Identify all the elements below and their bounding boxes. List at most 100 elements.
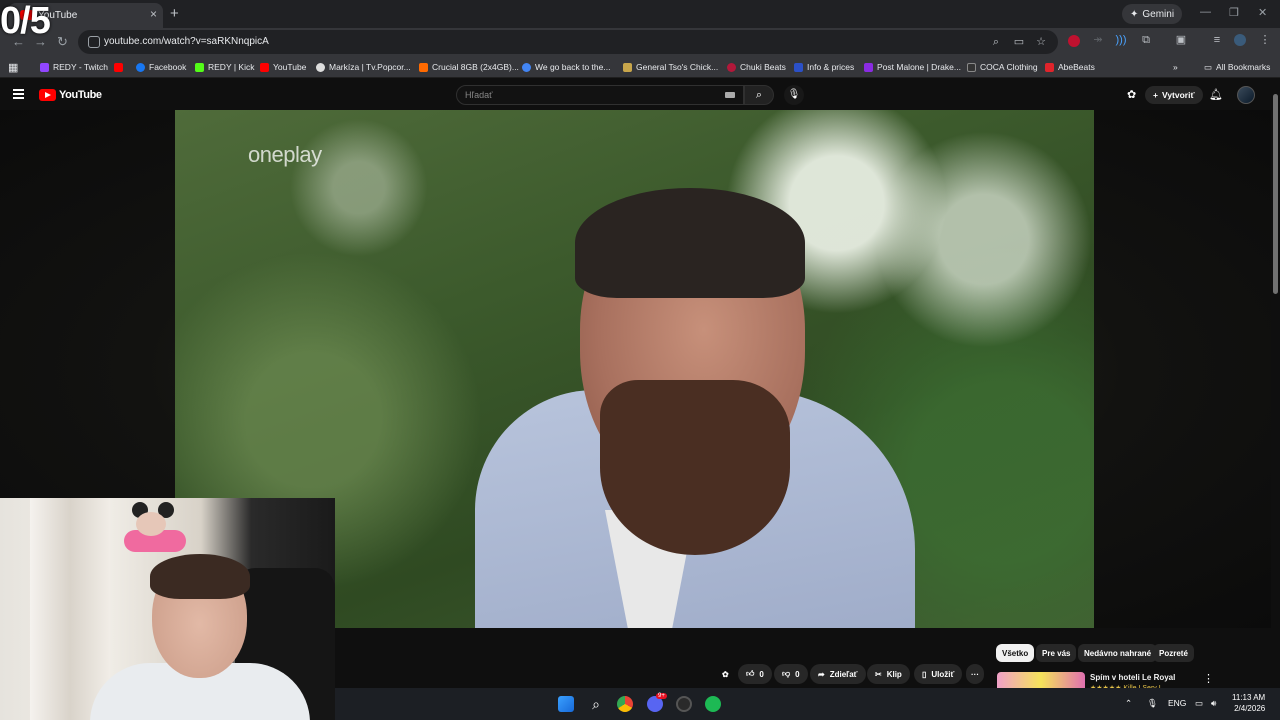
music-icon	[864, 62, 873, 72]
bookmark-item[interactable]: REDY - Twitch	[40, 60, 108, 74]
extension-wave-icon[interactable]: )))	[1115, 34, 1127, 46]
reload-icon[interactable]: ↻	[57, 34, 68, 50]
all-bookmarks[interactable]: ▭ All Bookmarks	[1204, 60, 1270, 74]
bookmark-item[interactable]: Markíza | Tv.Popcor...	[316, 60, 411, 74]
tray-volume-icon[interactable]: 🔊︎	[1211, 698, 1216, 709]
site-info-icon[interactable]	[88, 36, 100, 48]
gemini-button[interactable]: ✦ Gemini	[1122, 4, 1183, 24]
search-input[interactable]	[465, 90, 715, 100]
address-bar[interactable]: youtube.com/watch?v=saRKNnqpicA ⌕ ▭ ☆	[78, 30, 1058, 54]
share-arrow-icon: ➦	[818, 669, 825, 679]
chip-watched[interactable]: Pozreté	[1153, 644, 1194, 662]
extension-red-icon[interactable]	[1068, 35, 1080, 47]
recommendation-title[interactable]: Spím v hoteli Le Royal	[1090, 673, 1175, 682]
bookmark-item[interactable]: Info & prices	[794, 60, 854, 74]
restore-icon[interactable]: ❐	[1229, 6, 1239, 19]
bookmark-item[interactable]: We go back to the...	[522, 60, 610, 74]
dislike-button[interactable]: 👎︎ 0	[774, 664, 808, 684]
tab-close-icon[interactable]: ×	[150, 7, 157, 21]
bookmark-item[interactable]: YouTube	[260, 60, 306, 74]
folder-icon: ▭	[1204, 61, 1213, 72]
url-text[interactable]: youtube.com/watch?v=saRKNnqpicA	[104, 36, 269, 47]
bookmark-item[interactable]: REDY | Kick	[195, 60, 254, 74]
scrollbar-thumb[interactable]	[1273, 94, 1278, 294]
youtube-play-icon	[39, 89, 56, 101]
youtube-icon	[114, 62, 123, 72]
window-close-icon[interactable]: ✕	[1258, 6, 1267, 19]
discord-badge: 9+	[656, 693, 667, 699]
recipe-icon	[623, 62, 632, 72]
taskbar-clock[interactable]: 11:13 AM 2/4/2026	[1232, 692, 1265, 714]
bookmark-item[interactable]: Chuki Beats	[727, 60, 786, 74]
menu-icon[interactable]	[13, 89, 24, 99]
youtube-logo[interactable]: YouTube	[39, 89, 102, 101]
bookmark-star-icon[interactable]: ☆	[1035, 36, 1047, 48]
save-button[interactable]: ▯ Uložiť	[914, 664, 963, 684]
share-button[interactable]: ➦ Zdieľať	[810, 664, 866, 684]
extension-gray-icon[interactable]: ↠	[1092, 34, 1104, 46]
bookmark-item[interactable]: AbeBeats	[1045, 60, 1095, 74]
kick-icon	[195, 62, 204, 72]
like-button[interactable]: 👍︎ 0	[738, 664, 772, 684]
recommendation-menu-icon[interactable]: ⋮	[1203, 672, 1214, 685]
video-person-hair	[575, 188, 805, 298]
chip-recently-uploaded[interactable]: Nedávno nahrané	[1078, 644, 1158, 662]
chrome-icon[interactable]	[617, 696, 633, 712]
facebook-icon	[136, 62, 145, 72]
profile-avatar-icon[interactable]	[1234, 34, 1246, 46]
search-button[interactable]: ⌕	[744, 85, 774, 105]
media-controls-icon[interactable]: ≡	[1211, 34, 1223, 46]
gemini-label: Gemini	[1142, 8, 1175, 20]
webcam-curtain	[30, 498, 110, 720]
video-watermark: oneplay	[248, 142, 322, 167]
spotify-icon[interactable]	[705, 696, 721, 712]
cast-icon[interactable]: ✿	[1127, 88, 1136, 101]
bookmark-item[interactable]: Facebook	[136, 60, 186, 74]
minimize-icon[interactable]: —	[1200, 6, 1211, 18]
clip-button[interactable]: ✂ Klip	[867, 664, 910, 684]
bookmarks-overflow-icon[interactable]: »	[1173, 60, 1178, 74]
cast-icon[interactable]: ▭	[1013, 36, 1025, 48]
thumbs-up-icon: 👍︎	[746, 669, 755, 678]
bookmark-item[interactable]: General Tso's Chick...	[623, 60, 718, 74]
keyboard-icon[interactable]	[725, 92, 735, 98]
apps-grid-icon[interactable]: ▦	[8, 60, 18, 74]
globe-icon	[316, 62, 325, 72]
zoom-icon[interactable]: ⌕	[990, 36, 1002, 48]
language-indicator[interactable]: ENG	[1168, 698, 1186, 708]
notifications-bell-icon[interactable]: 🔔︎	[1209, 88, 1223, 101]
tray-mic-icon[interactable]: 🎙	[1147, 698, 1158, 709]
scissors-icon: ✂	[875, 669, 882, 679]
search-icon[interactable]: ⌕	[588, 696, 604, 712]
extensions-puzzle-icon[interactable]: ⧉	[1140, 34, 1152, 46]
bookmark-item[interactable]: Post Malone | Drake...	[864, 60, 961, 74]
chrome-menu-icon[interactable]: ⋮	[1259, 34, 1271, 46]
more-actions-button[interactable]: ···	[966, 664, 984, 684]
tray-chevron-icon[interactable]: ⌃	[1125, 698, 1132, 709]
thumbs-down-icon: 👎︎	[782, 669, 791, 678]
chip-for-you[interactable]: Pre vás	[1036, 644, 1077, 662]
webcam-streamer-hair	[150, 554, 250, 599]
obs-icon[interactable]	[676, 696, 692, 712]
bookmark-item[interactable]: Crucial 8GB (2x4GB)...	[419, 60, 519, 74]
bookmark-icon: ▯	[922, 669, 927, 679]
page-scrollbar[interactable]	[1271, 80, 1280, 720]
bookmark-item[interactable]: COCA Clothing	[967, 60, 1038, 74]
search-box[interactable]	[456, 85, 744, 105]
webcam-plush-toy	[124, 502, 186, 552]
browser-toolbar: ← → ↻ youtube.com/watch?v=saRKNnqpicA ⌕ …	[0, 28, 1280, 56]
windows-taskbar: ⌕ 9+ ⌃ 🎙 ENG ▭ 🔊︎	[335, 688, 1280, 720]
create-button[interactable]: + Vytvoriť	[1145, 86, 1203, 104]
windows-start-icon[interactable]	[558, 696, 574, 712]
bookmark-item[interactable]	[114, 60, 123, 74]
sparkle-icon: ✦	[1130, 8, 1139, 20]
google-icon	[522, 62, 531, 72]
sparkle-ask-icon[interactable]: ✿	[718, 664, 733, 684]
chip-all[interactable]: Všetko	[996, 644, 1035, 662]
account-avatar[interactable]	[1237, 86, 1255, 104]
side-panel-icon[interactable]: ▣	[1175, 34, 1187, 46]
tray-monitor-icon[interactable]: ▭	[1195, 698, 1203, 709]
mic-icon[interactable]: 🎙	[784, 85, 804, 105]
twitch-icon	[40, 62, 49, 72]
new-tab-button[interactable]: +	[170, 5, 179, 22]
